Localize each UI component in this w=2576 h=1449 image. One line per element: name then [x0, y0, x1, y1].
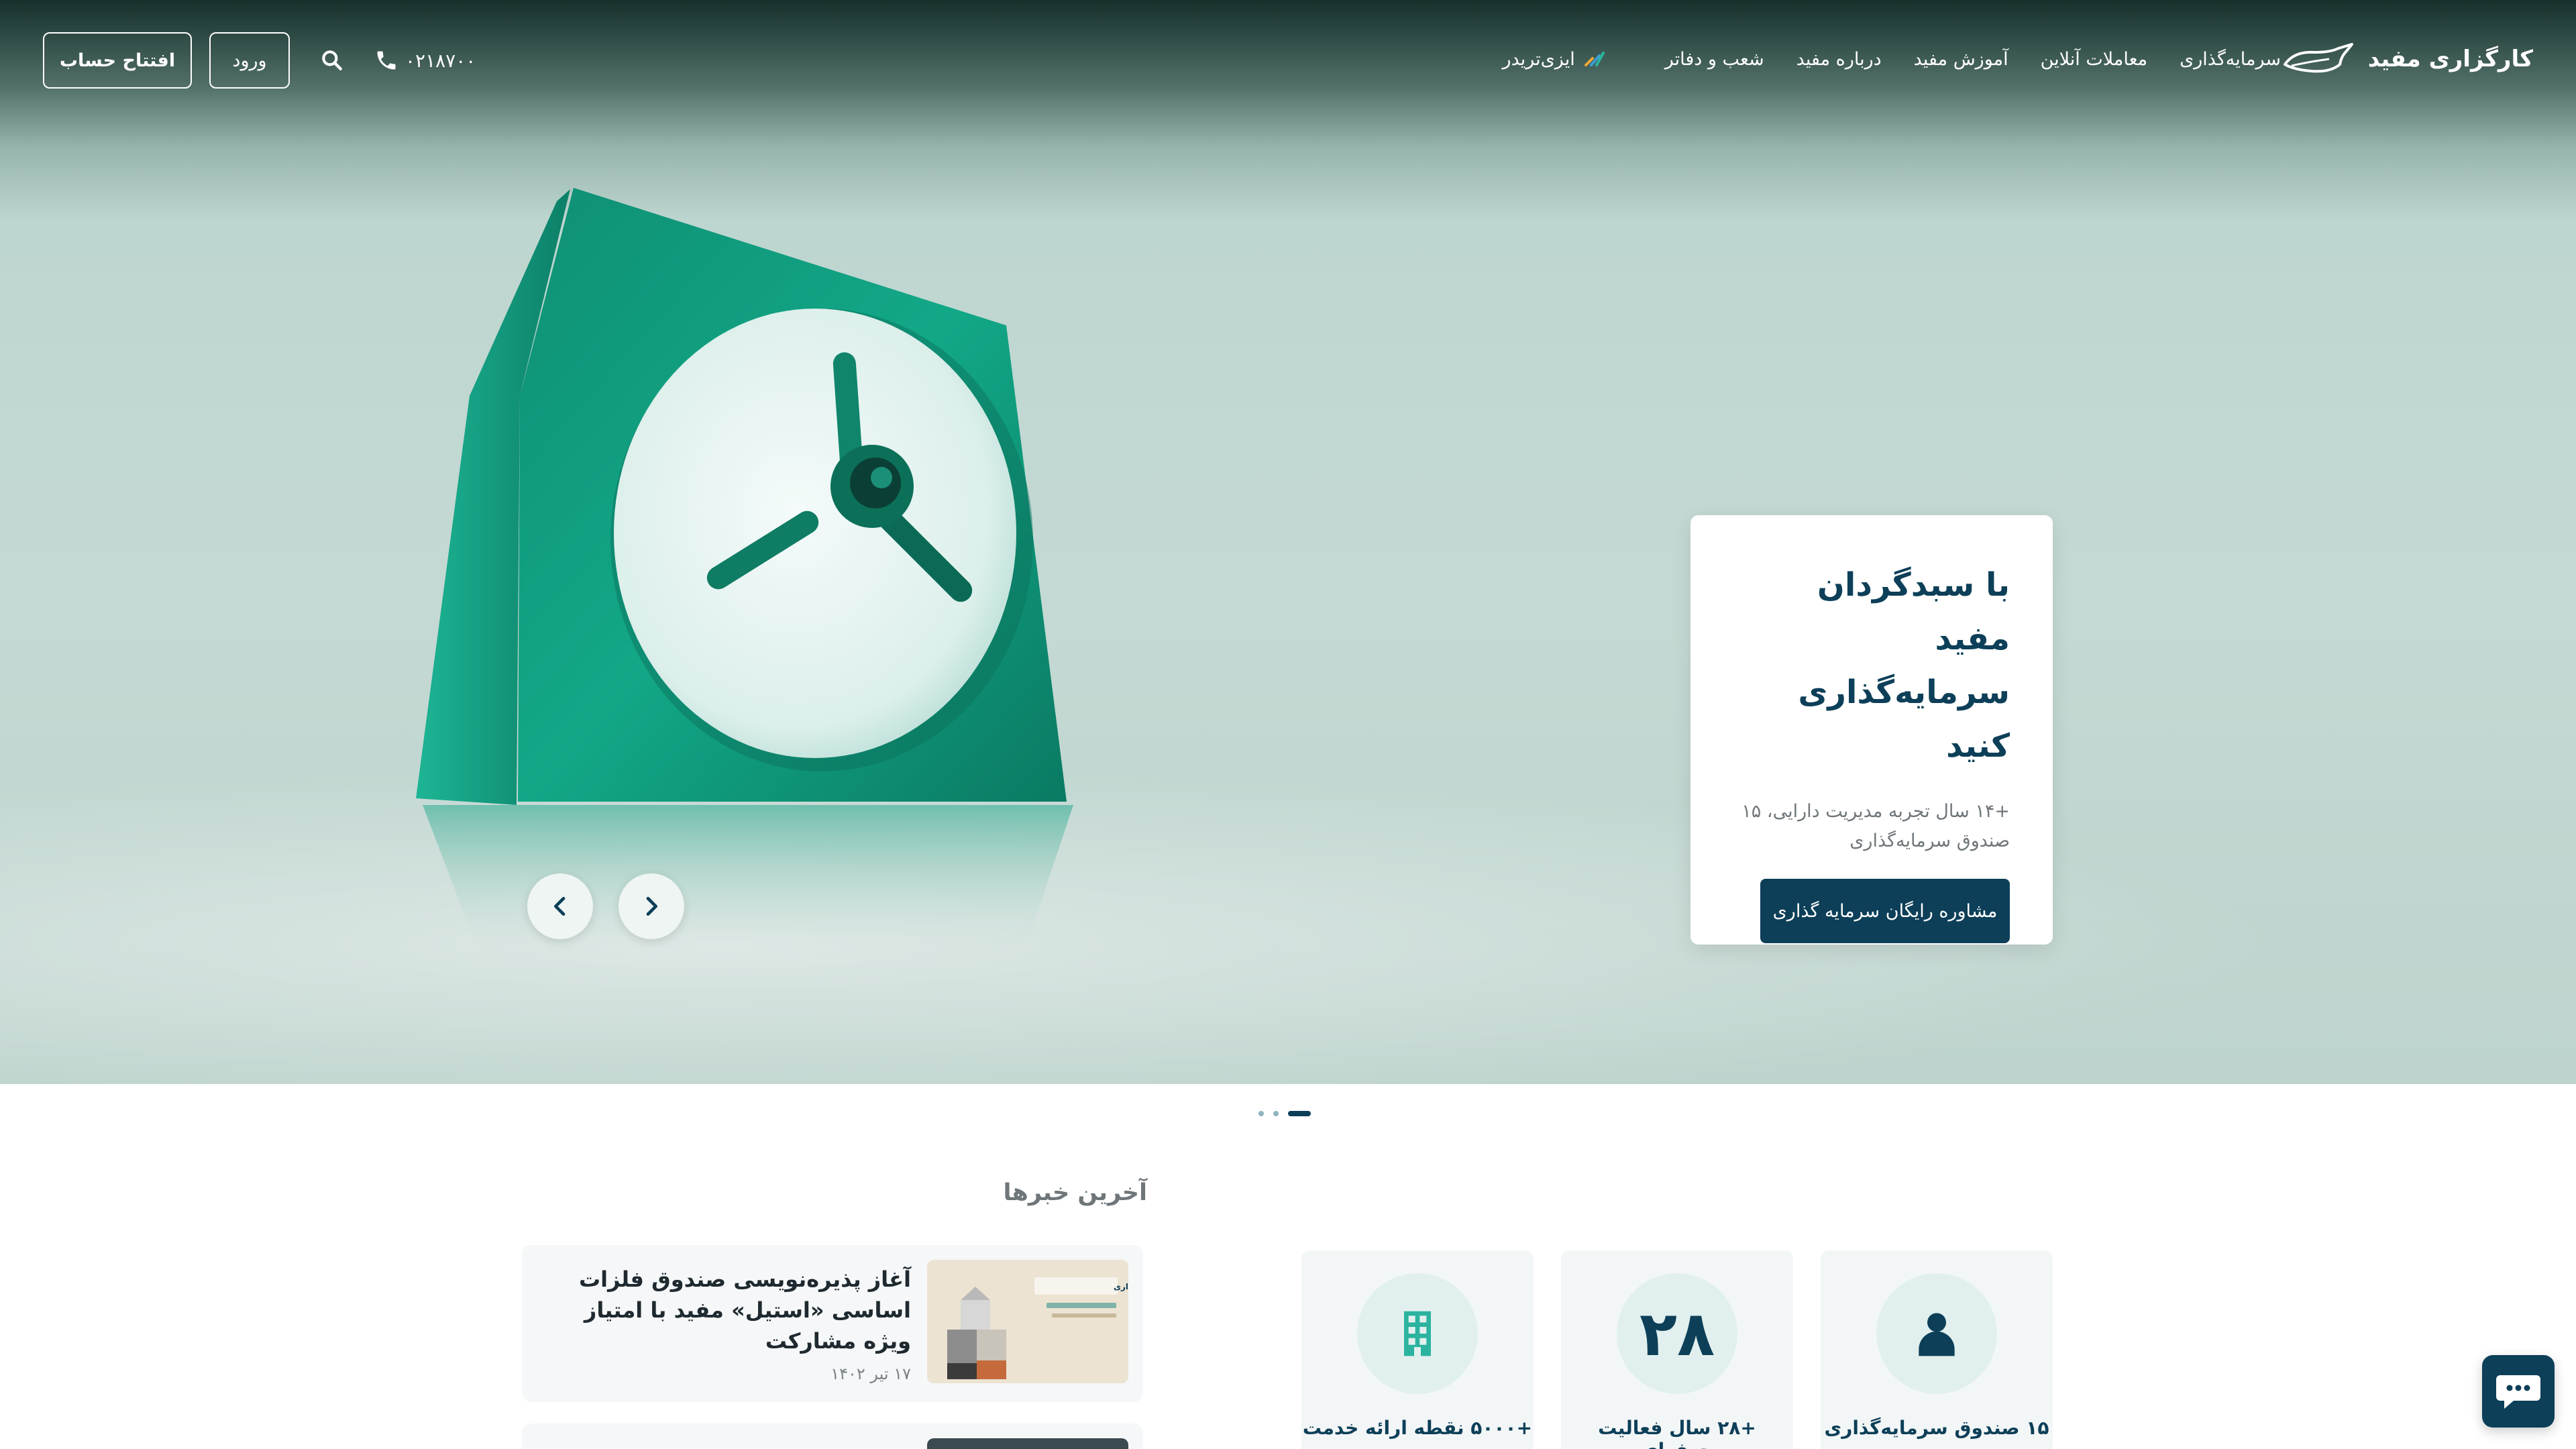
news-date: ۱۷ تیر ۱۴۰۲ — [830, 1364, 911, 1383]
chat-support-button[interactable] — [2482, 1355, 2555, 1428]
news-thumbnail — [927, 1438, 1128, 1449]
easy-trader-label: ایزی‌تریدر — [1502, 48, 1575, 70]
logo-text: کارگزاری مفید — [2367, 46, 2533, 72]
chat-icon — [2496, 1375, 2540, 1409]
slider-dot-active[interactable] — [1288, 1111, 1311, 1116]
slider-dots — [1258, 1110, 1311, 1118]
search-icon — [322, 50, 342, 70]
easy-trader-icon — [1584, 52, 1605, 66]
news-thumbnail: «استیل» مفید، پایه محکم سرمایه‌گذاری — [927, 1260, 1128, 1383]
open-account-button[interactable]: افتتاح حساب — [43, 32, 192, 89]
page: با سبدگردان مفید سرمایه‌گذاری کنید +۱۴ س… — [0, 0, 2576, 1449]
stat-icon-circle — [1876, 1273, 1997, 1394]
building-icon — [1404, 1311, 1431, 1356]
free-consultation-button[interactable]: مشاوره رایگان سرمایه گذاری — [1760, 879, 2010, 943]
nav-item-easy-trader[interactable]: ایزی‌تریدر — [1503, 49, 1606, 70]
slider-prev-button[interactable] — [527, 873, 593, 939]
stat-card-service-points: +۵۰۰۰ نقطه ارائه خدمت — [1301, 1250, 1534, 1449]
person-icon — [1919, 1313, 1955, 1356]
nav-item-education[interactable]: آموزش مفید — [1914, 49, 2008, 70]
chevron-right-icon — [646, 897, 657, 916]
login-button[interactable]: ورود — [209, 32, 290, 89]
brand-logo[interactable]: کارگزاری مفید — [2282, 39, 2533, 79]
stat-number: ۲۸ — [1639, 1297, 1715, 1370]
stat-label: +۵۰۰۰ نقطه ارائه خدمت — [1302, 1417, 1533, 1439]
slider-next-button[interactable] — [619, 873, 684, 939]
news-heading: آخرین خبرها — [1003, 1179, 1147, 1206]
nav-item-branches[interactable]: شعب و دفاتر — [1665, 49, 1764, 70]
slider-dot[interactable] — [1258, 1111, 1264, 1116]
hero-title: با سبدگردان مفید سرمایه‌گذاری کنید — [1733, 558, 2010, 773]
phone-contact[interactable]: ۰۲۱۸۷۰۰ — [374, 48, 476, 72]
news-card[interactable]: «استیل» مفید، پایه محکم سرمایه‌گذاری آغا… — [522, 1245, 1143, 1402]
news-title: آغاز پذیره‌نویسی صندوق فلزات اساسی «استی… — [578, 1267, 911, 1354]
stat-label: ۱۵ صندوق سرمایه‌گذاری — [1824, 1417, 2049, 1439]
hero-section: با سبدگردان مفید سرمایه‌گذاری کنید +۱۴ س… — [0, 0, 2576, 1084]
stat-label: +۲۸ سال فعالیت حرفه‌ای — [1598, 1417, 1756, 1449]
chevron-left-icon — [554, 897, 566, 916]
safe-illustration — [416, 188, 1073, 946]
news-thumbnail-caption: «استیل» مفید، پایه محکم سرمایه‌گذاری — [1114, 1282, 1128, 1291]
hero-title-line2: سرمایه‌گذاری کنید — [1798, 674, 2010, 765]
nav-item-investment[interactable]: سرمایه‌گذاری — [2180, 49, 2281, 70]
phone-icon — [377, 51, 396, 70]
news-thumbnail-art: «استیل» مفید، پایه محکم سرمایه‌گذاری — [927, 1260, 1128, 1383]
stat-card-years: ۲۸ +۲۸ سال فعالیت حرفه‌ای — [1561, 1250, 1793, 1449]
slider-dot[interactable] — [1273, 1111, 1279, 1116]
nav-item-about[interactable]: درباره مفید — [1796, 49, 1882, 70]
search-button[interactable] — [317, 45, 347, 76]
hero-description: +۱۴ سال تجربه مدیریت دارایی، ۱۵ صندوق سر… — [1741, 801, 2010, 851]
hero-card: با سبدگردان مفید سرمایه‌گذاری کنید +۱۴ س… — [1690, 515, 2053, 945]
hero-glow — [0, 735, 2576, 1084]
phone-number: ۰۲۱۸۷۰۰ — [405, 49, 476, 72]
nav-item-online-trading[interactable]: معاملات آنلاین — [2041, 49, 2147, 70]
stat-icon-circle — [1357, 1273, 1478, 1394]
stat-card-funds: ۱۵ صندوق سرمایه‌گذاری — [1821, 1250, 2053, 1449]
main-menu: سرمایه‌گذاری معاملات آنلاین آموزش مفید د… — [1503, 44, 2281, 74]
header-actions: افتتاح حساب ورود ۰۲۱۸۷۰۰ — [43, 32, 476, 89]
stat-number-circle: ۲۸ — [1617, 1273, 1737, 1394]
logo-mark-icon — [2283, 43, 2353, 73]
news-card[interactable] — [522, 1424, 1143, 1449]
top-nav: کارگزاری مفید سرمایه‌گذاری معاملات آنلای… — [0, 0, 2576, 121]
hero-title-line1: با سبدگردان مفید — [1817, 566, 2010, 657]
